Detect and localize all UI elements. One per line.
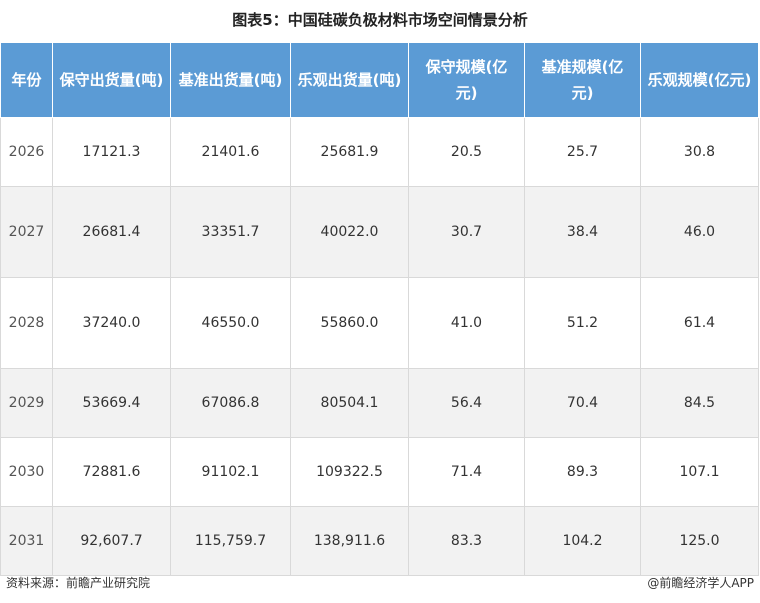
table-header-row: 年份 保守出货量(吨) 基准出货量(吨) 乐观出货量(吨) 保守规模(亿元) 基… <box>0 42 759 118</box>
cell-value: 80504.1 <box>290 368 409 438</box>
cell-value: 84.5 <box>640 368 759 438</box>
cell-value: 21401.6 <box>170 117 291 187</box>
header-optimistic-volume: 乐观出货量(吨) <box>290 42 409 118</box>
cell-value: 70.4 <box>524 368 641 438</box>
header-year: 年份 <box>0 42 53 118</box>
cell-value: 38.4 <box>524 186 641 278</box>
table-row: 2028 37240.0 46550.0 55860.0 41.0 51.2 6… <box>0 277 759 369</box>
cell-year: 2027 <box>0 186 53 278</box>
cell-value: 92,607.7 <box>52 506 171 576</box>
cell-value: 89.3 <box>524 437 641 507</box>
cell-value: 55860.0 <box>290 277 409 369</box>
cell-value: 46.0 <box>640 186 759 278</box>
cell-value: 72881.6 <box>52 437 171 507</box>
cell-value: 125.0 <box>640 506 759 576</box>
table-row: 2031 92,607.7 115,759.7 138,911.6 83.3 1… <box>0 506 759 576</box>
cell-value: 20.5 <box>408 117 525 187</box>
cell-value: 30.7 <box>408 186 525 278</box>
header-conservative-scale: 保守规模(亿元) <box>408 42 525 118</box>
header-optimistic-scale: 乐观规模(亿元) <box>640 42 759 118</box>
source-note: 资料来源：前瞻产业研究院 <box>6 576 151 590</box>
table-row: 2026 17121.3 21401.6 25681.9 20.5 25.7 3… <box>0 117 759 187</box>
table-row: 2027 26681.4 33351.7 40022.0 30.7 38.4 4… <box>0 186 759 278</box>
cell-value: 138,911.6 <box>290 506 409 576</box>
table-row: 2030 72881.6 91102.1 109322.5 71.4 89.3 … <box>0 437 759 507</box>
cell-value: 104.2 <box>524 506 641 576</box>
cell-year: 2031 <box>0 506 53 576</box>
cell-value: 41.0 <box>408 277 525 369</box>
cell-value: 17121.3 <box>52 117 171 187</box>
cell-value: 37240.0 <box>52 277 171 369</box>
brand-credit: @前瞻经济学人APP <box>647 576 754 590</box>
cell-year: 2026 <box>0 117 53 187</box>
cell-value: 51.2 <box>524 277 641 369</box>
cell-value: 109322.5 <box>290 437 409 507</box>
cell-value: 71.4 <box>408 437 525 507</box>
cell-value: 61.4 <box>640 277 759 369</box>
cell-year: 2028 <box>0 277 53 369</box>
footer: 资料来源：前瞻产业研究院 @前瞻经济学人APP <box>0 570 760 594</box>
cell-value: 25681.9 <box>290 117 409 187</box>
cell-value: 83.3 <box>408 506 525 576</box>
header-baseline-scale: 基准规模(亿元) <box>524 42 641 118</box>
cell-value: 91102.1 <box>170 437 291 507</box>
cell-year: 2029 <box>0 368 53 438</box>
cell-value: 46550.0 <box>170 277 291 369</box>
cell-value: 56.4 <box>408 368 525 438</box>
cell-value: 115,759.7 <box>170 506 291 576</box>
table-row: 2029 53669.4 67086.8 80504.1 56.4 70.4 8… <box>0 368 759 438</box>
cell-value: 33351.7 <box>170 186 291 278</box>
cell-value: 25.7 <box>524 117 641 187</box>
cell-value: 107.1 <box>640 437 759 507</box>
chart-title: 图表5：中国硅碳负极材料市场空间情景分析 <box>232 11 528 29</box>
cell-value: 30.8 <box>640 117 759 187</box>
header-baseline-volume: 基准出货量(吨) <box>170 42 291 118</box>
header-conservative-volume: 保守出货量(吨) <box>52 42 171 118</box>
cell-value: 40022.0 <box>290 186 409 278</box>
market-scenario-table: 年份 保守出货量(吨) 基准出货量(吨) 乐观出货量(吨) 保守规模(亿元) 基… <box>0 42 759 576</box>
cell-value: 67086.8 <box>170 368 291 438</box>
cell-value: 53669.4 <box>52 368 171 438</box>
cell-year: 2030 <box>0 437 53 507</box>
cell-value: 26681.4 <box>52 186 171 278</box>
